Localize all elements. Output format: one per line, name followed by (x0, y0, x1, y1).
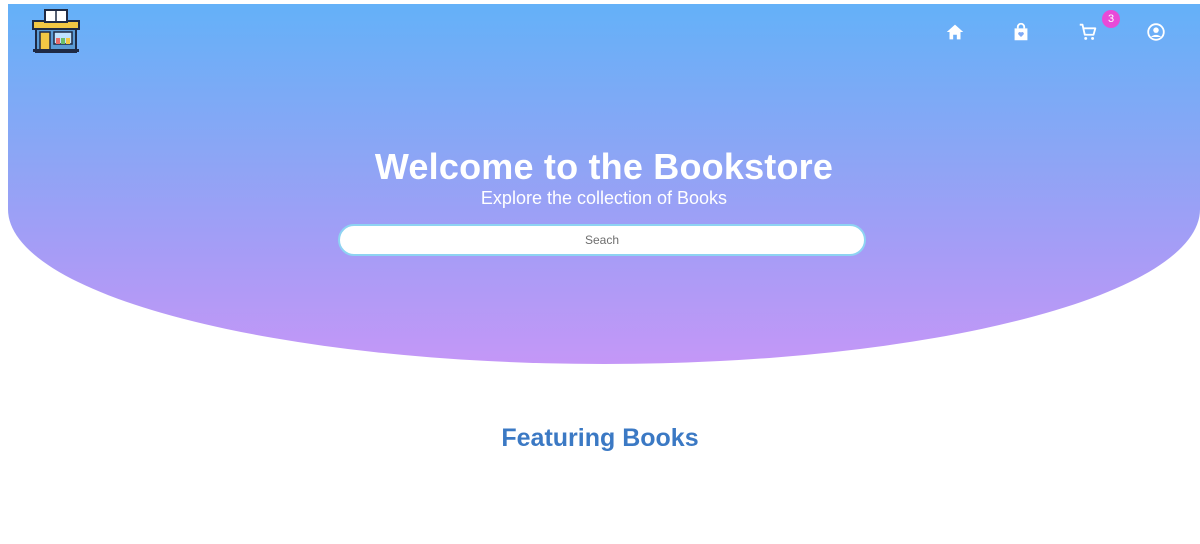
search-input[interactable] (340, 226, 864, 254)
hero-banner: 3 Welcome to the Bookstore Explore the c… (8, 4, 1200, 364)
home-icon[interactable] (941, 18, 969, 46)
featuring-books-heading: Featuring Books (501, 424, 699, 452)
cart-count-badge: 3 (1102, 10, 1120, 28)
search-bar (338, 224, 866, 256)
top-navbar: 3 (8, 4, 1200, 60)
hero-subtitle: Explore the collection of Books (480, 188, 728, 208)
account-icon[interactable] (1142, 18, 1170, 46)
hero-title: Welcome to the Bookstore (374, 146, 834, 187)
bookstore-logo-icon[interactable] (30, 8, 82, 54)
cart-icon[interactable] (1074, 18, 1102, 46)
shopping-bag-icon[interactable] (1007, 18, 1035, 46)
page: 3 Welcome to the Bookstore Explore the c… (0, 0, 1200, 544)
